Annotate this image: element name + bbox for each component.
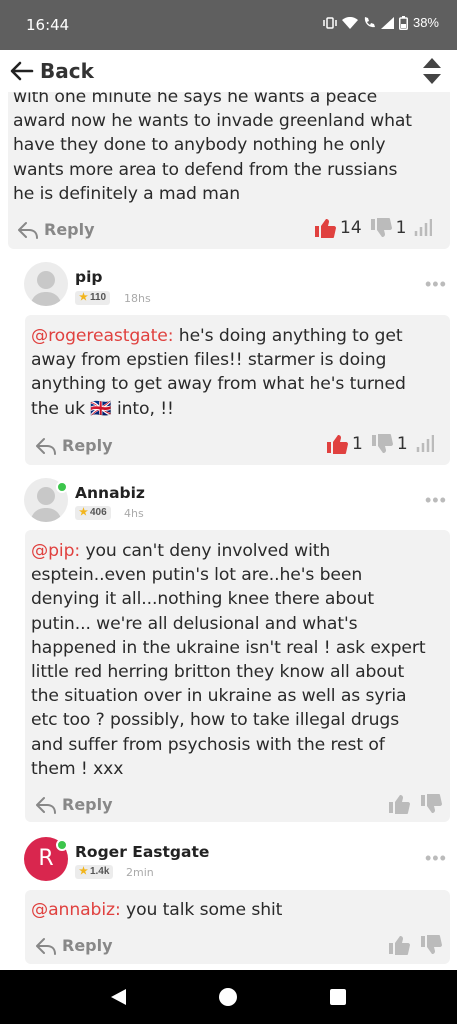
reputation-badge: ★ 406 <box>75 506 111 520</box>
reply-button[interactable]: Reply <box>36 936 113 955</box>
username[interactable]: Roger Eastgate <box>75 843 209 861</box>
comments-feed[interactable]: with one minute he says he wants a peace… <box>0 92 457 970</box>
user-placeholder-icon <box>30 271 62 306</box>
mention[interactable]: @pip: <box>31 541 80 561</box>
reply-button[interactable]: Reply <box>36 795 113 814</box>
likes-count: 14 <box>340 218 362 238</box>
thumbs-up-icon[interactable] <box>388 794 410 814</box>
back-button[interactable]: Back <box>10 57 94 85</box>
thumbs-down-icon[interactable] <box>371 434 393 454</box>
comment-text: with one minute he says he wants a peace… <box>13 92 412 204</box>
star-icon: ★ <box>79 507 88 518</box>
status-bar: 16:44 38% <box>0 0 457 50</box>
stats-icon[interactable] <box>416 435 434 453</box>
reply-button[interactable]: Reply <box>36 436 113 455</box>
back-label: Back <box>40 59 94 83</box>
thumbs-up-icon[interactable] <box>314 218 336 238</box>
online-indicator <box>56 839 68 851</box>
thumbs-down-icon[interactable] <box>420 935 442 955</box>
vibrate-icon <box>323 16 337 29</box>
thumbs-up-icon[interactable] <box>326 434 348 454</box>
reply-button[interactable]: Reply <box>18 220 95 239</box>
more-options-button[interactable]: ••• <box>425 275 447 293</box>
reactions <box>388 933 442 957</box>
more-options-button[interactable]: ••• <box>425 849 447 867</box>
reactions <box>388 792 442 816</box>
sort-icon <box>423 58 441 84</box>
dislikes-count: 1 <box>396 434 408 454</box>
reply-label: Reply <box>62 936 113 955</box>
reply-icon <box>18 221 38 239</box>
comment-text: @annabiz: you talk some shit <box>31 900 283 920</box>
online-indicator <box>56 481 68 493</box>
more-options-button[interactable]: ••• <box>425 491 447 509</box>
battery-percent: 38% <box>412 15 439 30</box>
thumbs-down-icon[interactable] <box>370 218 392 238</box>
comment-text: @pip: you can't deny involved with espte… <box>31 541 426 779</box>
arrow-left-icon <box>10 61 34 81</box>
mention[interactable]: @rogereastgate: <box>31 326 174 346</box>
reputation-badge: ★ 1.4k <box>75 865 114 879</box>
system-nav-bar <box>0 970 457 1024</box>
status-icons: 38% <box>323 15 439 30</box>
signal-icon <box>380 16 394 29</box>
thumbs-up-icon[interactable] <box>388 935 410 955</box>
reply-icon <box>36 937 56 955</box>
call-icon <box>364 17 375 28</box>
nav-back-icon[interactable] <box>109 988 127 1006</box>
timestamp: 18hs <box>124 292 151 305</box>
username[interactable]: pip <box>75 268 103 286</box>
reputation-badge: ★ 110 <box>75 291 111 305</box>
wifi-icon <box>341 16 358 29</box>
reply-icon <box>36 437 56 455</box>
star-icon: ★ <box>79 292 88 303</box>
reply-icon <box>36 796 56 814</box>
comment-text: @rogereastgate: he's doing anything to g… <box>31 326 406 419</box>
stats-icon[interactable] <box>414 219 433 237</box>
reactions: 1 1 <box>326 432 434 456</box>
avatar[interactable] <box>24 262 68 306</box>
reply-label: Reply <box>44 220 95 239</box>
nav-recents-icon[interactable] <box>330 989 346 1005</box>
battery-icon <box>398 15 408 30</box>
sort-button[interactable] <box>421 55 443 87</box>
app-header: Back <box>0 50 457 92</box>
mention[interactable]: @annabiz: <box>31 900 121 920</box>
username[interactable]: Annabiz <box>75 484 145 502</box>
timestamp: 4hs <box>124 507 144 520</box>
dislikes-count: 1 <box>395 218 407 238</box>
reply-label: Reply <box>62 795 113 814</box>
status-time: 16:44 <box>26 16 70 34</box>
reactions: 14 1 <box>314 216 433 240</box>
timestamp: 2min <box>126 866 154 879</box>
likes-count: 1 <box>352 434 363 454</box>
star-icon: ★ <box>79 866 88 877</box>
reply-label: Reply <box>62 436 113 455</box>
thumbs-down-icon[interactable] <box>420 794 442 814</box>
nav-home-icon[interactable] <box>219 988 237 1006</box>
